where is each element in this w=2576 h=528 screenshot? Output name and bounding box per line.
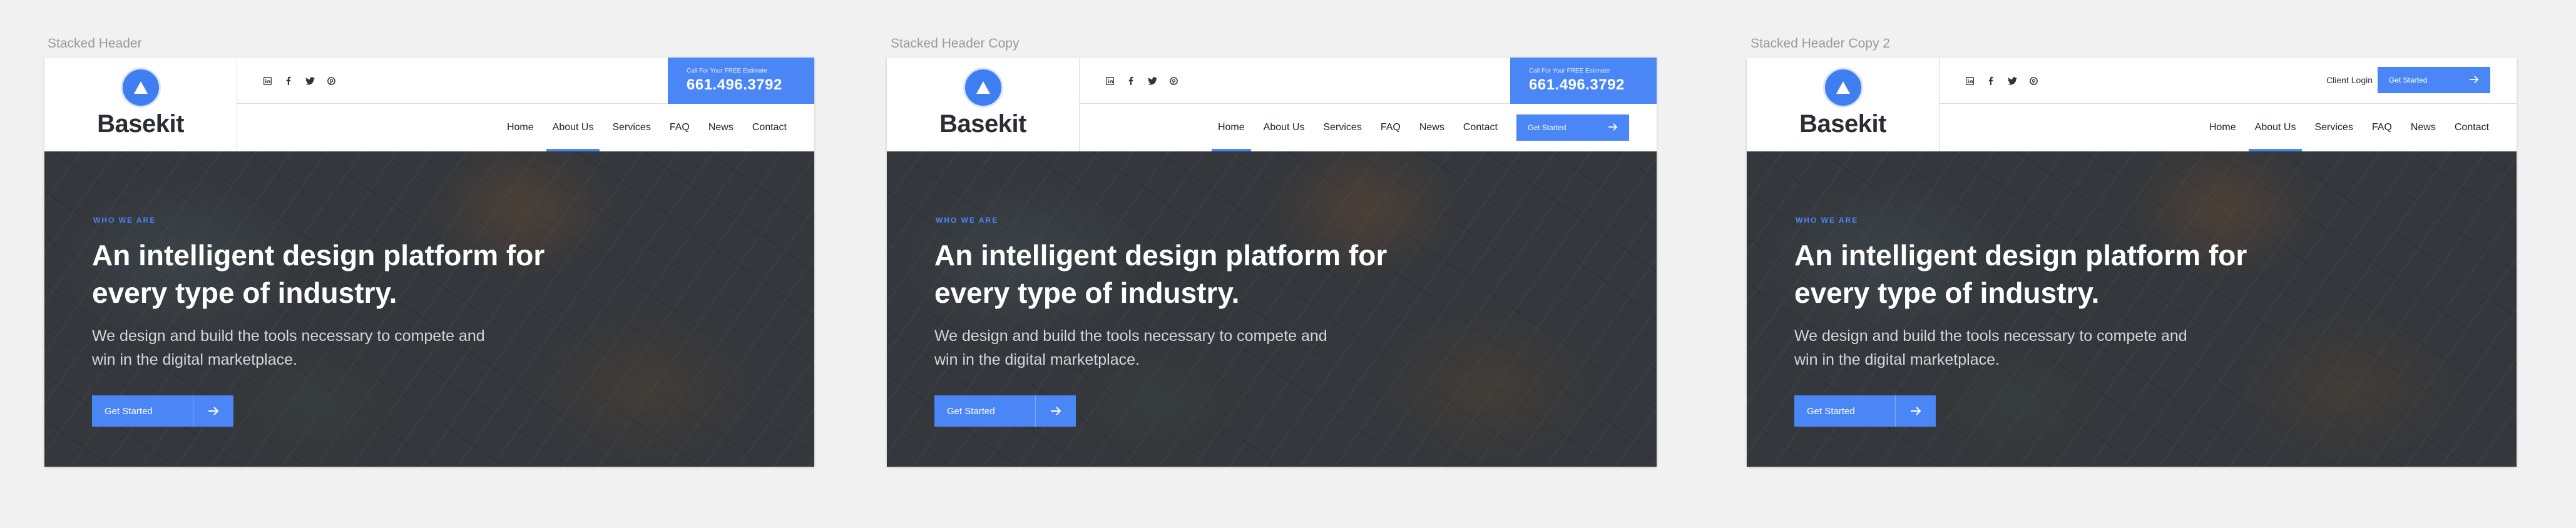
twitter-icon[interactable] — [305, 76, 315, 86]
get-started-button[interactable]: Get Started — [1794, 395, 1936, 427]
twitter-icon[interactable] — [1147, 76, 1157, 86]
client-login-link[interactable]: Client Login — [2326, 75, 2373, 85]
hero-eyebrow: WHO WE ARE — [936, 216, 999, 225]
social-links — [1105, 58, 1178, 104]
hero-subhead: We design and build the tools necessary … — [92, 327, 485, 368]
phone-cta[interactable]: Call For Your FREE Estimate 661.496.3792 — [1510, 58, 1657, 104]
hero: WHO WE ARE An intelligent design platfor… — [1747, 151, 2517, 467]
nav-item-contact[interactable]: Contact — [2455, 104, 2489, 151]
get-started-label: Get Started — [947, 405, 995, 417]
top-get-started-button[interactable]: Get Started — [2378, 67, 2490, 93]
nav-item-news[interactable]: News — [1419, 104, 1444, 151]
pinterest-icon[interactable] — [1168, 76, 1178, 86]
logo-text: Basekit — [939, 110, 1026, 138]
arrow-right-icon — [1608, 123, 1618, 133]
hero-eyebrow: WHO WE ARE — [1796, 216, 1859, 225]
twitter-icon[interactable] — [2007, 76, 2017, 86]
get-started-button[interactable]: Get Started — [934, 395, 1076, 427]
nav-item-services[interactable]: Services — [2314, 104, 2353, 151]
main-nav: Home About Us Services FAQ News Contact — [507, 104, 787, 151]
logo-text: Basekit — [1799, 110, 1886, 138]
pinterest-icon[interactable] — [326, 76, 336, 86]
phone-number: 661.496.3792 — [1529, 76, 1625, 93]
nav-get-started-button[interactable]: Get Started — [1516, 114, 1629, 141]
nav-item-faq[interactable]: FAQ — [2372, 104, 2392, 151]
top-bar: Client Login Get Started — [1940, 58, 2517, 104]
artboard-stacked-header-copy-2: Basekit Client Login Get Started Home Ab… — [1747, 58, 2517, 467]
nav-item-news[interactable]: News — [708, 104, 733, 151]
phone-label: Call For Your FREE Estimate — [1529, 68, 1610, 74]
nav-item-home[interactable]: Home — [2209, 104, 2236, 151]
artboard-title: Stacked Header — [48, 36, 142, 51]
artboard-stacked-header: Basekit Call For Your FREE Estimate 661.… — [44, 58, 814, 467]
phone-number: 661.496.3792 — [687, 76, 782, 93]
nav-item-about-us[interactable]: About Us — [1264, 104, 1305, 151]
linkedin-icon[interactable] — [1105, 76, 1115, 86]
nav-item-home[interactable]: Home — [507, 104, 534, 151]
logo-mark-icon — [1822, 68, 1863, 108]
nav-item-contact[interactable]: Contact — [1463, 104, 1498, 151]
phone-label: Call For Your FREE Estimate — [687, 68, 767, 74]
facebook-icon[interactable] — [1126, 76, 1136, 86]
top-bar: Call For Your FREE Estimate 661.496.3792 — [1080, 58, 1657, 104]
hero-headline: An intelligent design platform for every… — [934, 239, 1388, 309]
logo[interactable]: Basekit — [1747, 58, 1940, 151]
logo[interactable]: Basekit — [887, 58, 1080, 151]
artboard-title: Stacked Header Copy 2 — [1751, 36, 1890, 51]
hero-eyebrow: WHO WE ARE — [93, 216, 156, 225]
artboard-stacked-header-copy: Basekit Call For Your FREE Estimate 661.… — [887, 58, 1657, 467]
nav-item-faq[interactable]: FAQ — [1381, 104, 1401, 151]
hero-subhead: We design and build the tools necessary … — [1794, 327, 2187, 368]
pinterest-icon[interactable] — [2028, 76, 2038, 86]
nav-get-started-label: Get Started — [1528, 123, 1567, 132]
hero-headline: An intelligent design platform for every… — [92, 239, 545, 309]
logo-mark-icon — [963, 68, 1003, 108]
nav-item-about-us[interactable]: About Us — [2248, 104, 2303, 151]
arrow-right-icon — [1895, 395, 1936, 427]
nav-item-home[interactable]: Home — [1212, 104, 1251, 151]
logo-mark-icon — [120, 68, 161, 108]
social-links — [1965, 58, 2038, 104]
nav-item-news[interactable]: News — [2411, 104, 2436, 151]
get-started-label: Get Started — [105, 405, 153, 417]
nav-item-services[interactable]: Services — [1323, 104, 1361, 151]
artboard-title: Stacked Header Copy — [891, 36, 1020, 51]
get-started-label: Get Started — [1807, 405, 1855, 417]
top-get-started-label: Get Started — [2389, 76, 2428, 84]
hero-subhead: We design and build the tools necessary … — [934, 327, 1327, 368]
arrow-right-icon — [2469, 75, 2479, 86]
nav-item-services[interactable]: Services — [612, 104, 650, 151]
main-nav: Home About Us Services FAQ News Contact — [2209, 104, 2489, 151]
main-nav: Home About Us Services FAQ News Contact … — [1212, 104, 1629, 151]
hero: WHO WE ARE An intelligent design platfor… — [44, 151, 814, 467]
social-links — [262, 58, 336, 104]
arrow-right-icon — [193, 395, 233, 427]
logo-text: Basekit — [97, 110, 184, 138]
nav-item-faq[interactable]: FAQ — [670, 104, 690, 151]
facebook-icon[interactable] — [284, 76, 294, 86]
hero-headline: An intelligent design platform for every… — [1794, 239, 2247, 309]
arrow-right-icon — [1035, 395, 1076, 427]
facebook-icon[interactable] — [1986, 76, 1996, 86]
linkedin-icon[interactable] — [1965, 76, 1975, 86]
top-bar: Call For Your FREE Estimate 661.496.3792 — [237, 58, 814, 104]
linkedin-icon[interactable] — [262, 76, 272, 86]
hero: WHO WE ARE An intelligent design platfor… — [887, 151, 1657, 467]
phone-cta[interactable]: Call For Your FREE Estimate 661.496.3792 — [668, 58, 814, 104]
get-started-button[interactable]: Get Started — [92, 395, 233, 427]
nav-item-contact[interactable]: Contact — [752, 104, 787, 151]
nav-item-about-us[interactable]: About Us — [546, 104, 600, 151]
logo[interactable]: Basekit — [44, 58, 237, 151]
